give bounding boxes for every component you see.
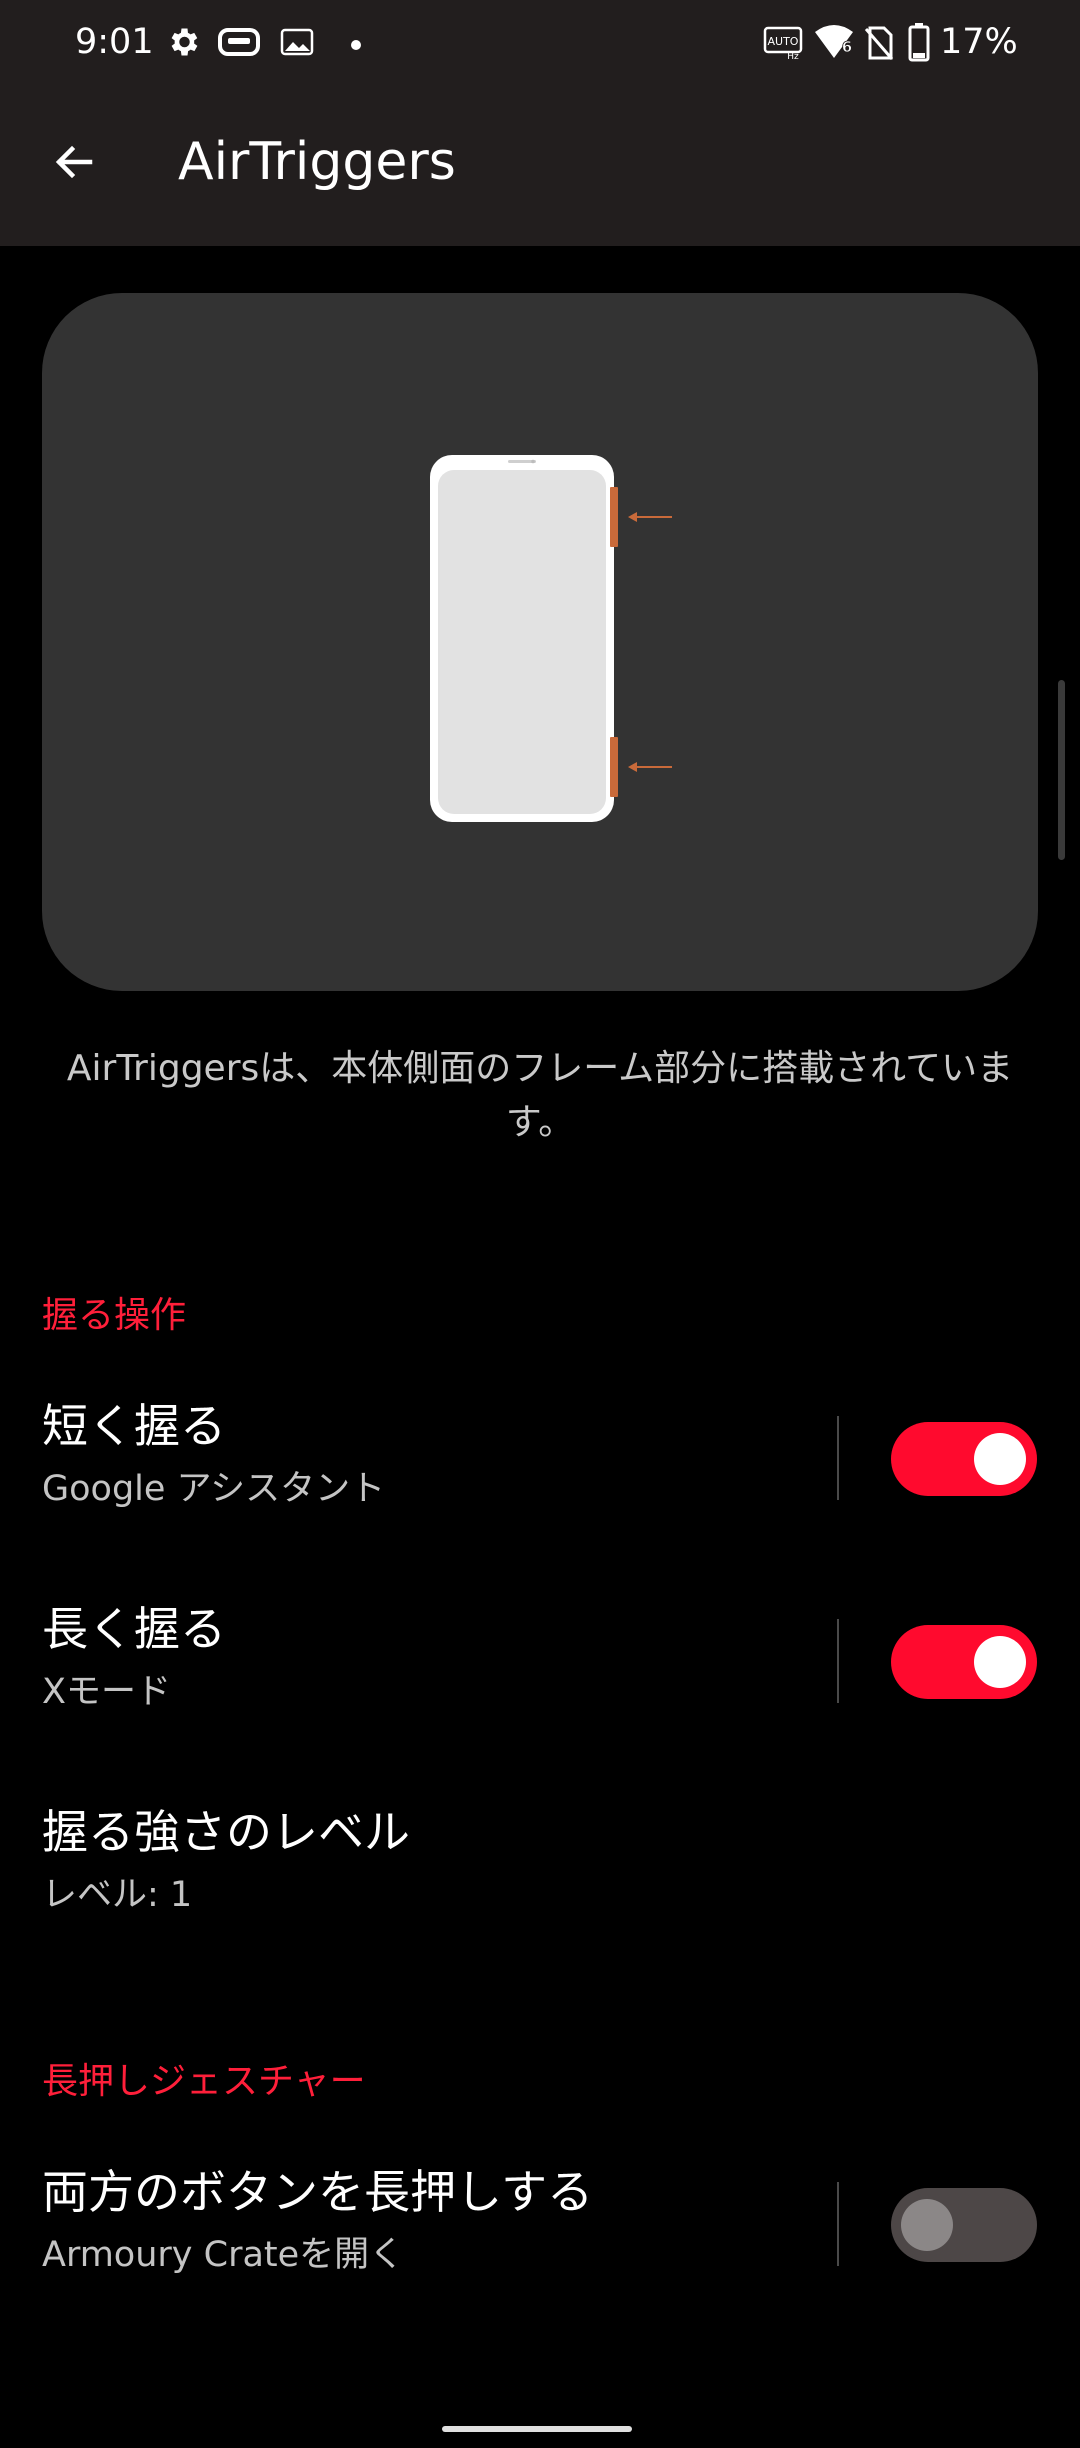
- no-sim-icon: [864, 25, 894, 65]
- divider: [837, 2182, 839, 2266]
- game-controller-icon: [218, 26, 260, 62]
- image-icon: [280, 27, 314, 61]
- description-text: AirTriggersは、本体側面のフレーム部分に搭載されています。: [66, 1048, 1014, 1143]
- setting-both-buttons-long-press[interactable]: 両方のボタンを長押しする Armoury Crateを開く: [0, 2152, 1080, 2302]
- setting-summary: レベル: 1: [42, 1875, 193, 1915]
- home-indicator[interactable]: [442, 2426, 632, 2432]
- app-bar: AirTriggers: [0, 84, 1080, 246]
- arrow-left-icon: [55, 145, 93, 179]
- page-title: AirTriggers: [178, 132, 456, 192]
- battery-icon: [908, 22, 930, 66]
- section-header-grip: 握る操作: [42, 1295, 187, 1336]
- phone-diagram: [430, 455, 672, 822]
- status-time: 9:01: [75, 22, 154, 62]
- short-squeeze-toggle[interactable]: [891, 1422, 1037, 1496]
- gear-icon: [165, 24, 201, 64]
- back-button[interactable]: [32, 120, 116, 204]
- toggle-thumb: [974, 1433, 1026, 1485]
- toggle-thumb: [974, 1636, 1026, 1688]
- auto-refresh-rate-icon: AUTO Hz: [763, 26, 803, 64]
- both-buttons-toggle[interactable]: [891, 2188, 1037, 2262]
- setting-squeeze-strength[interactable]: 握る強さのレベル レベル: 1: [0, 1792, 1080, 1942]
- setting-long-squeeze[interactable]: 長く握る Xモード: [0, 1589, 1080, 1739]
- toggle-thumb: [901, 2199, 953, 2251]
- setting-title: 長く握る: [42, 1602, 226, 1656]
- airtriggers-illustration: [42, 293, 1038, 991]
- setting-title: 握る強さのレベル: [42, 1805, 410, 1859]
- status-bar: 9:01 AUTO Hz 6 17%: [0, 0, 1080, 84]
- section-header-long-press: 長押しジェスチャー: [42, 2061, 366, 2102]
- scrollbar[interactable]: [1058, 680, 1065, 860]
- upper-arrow-icon: [628, 512, 672, 522]
- setting-title: 短く握る: [42, 1399, 226, 1453]
- divider: [837, 1416, 839, 1500]
- lower-arrow-icon: [628, 762, 672, 772]
- top-bar: 9:01 AUTO Hz 6 17% AirTriggers: [0, 0, 1080, 246]
- setting-summary: Google アシスタント: [42, 1469, 386, 1509]
- wifi-badge: 6: [842, 38, 852, 56]
- dot-icon: [350, 36, 362, 55]
- setting-title: 両方のボタンを長押しする: [42, 2165, 594, 2219]
- setting-summary: Armoury Crateを開く: [42, 2235, 405, 2275]
- lower-trigger: [610, 737, 618, 797]
- svg-text:AUTO: AUTO: [768, 35, 799, 48]
- svg-text:Hz: Hz: [787, 52, 799, 60]
- wifi-icon: 6: [813, 22, 855, 66]
- divider: [837, 1619, 839, 1703]
- setting-summary: Xモード: [42, 1672, 171, 1712]
- upper-trigger: [610, 487, 618, 547]
- battery-percent: 17%: [940, 22, 1018, 62]
- setting-short-squeeze[interactable]: 短く握る Google アシスタント: [0, 1386, 1080, 1536]
- long-squeeze-toggle[interactable]: [891, 1625, 1037, 1699]
